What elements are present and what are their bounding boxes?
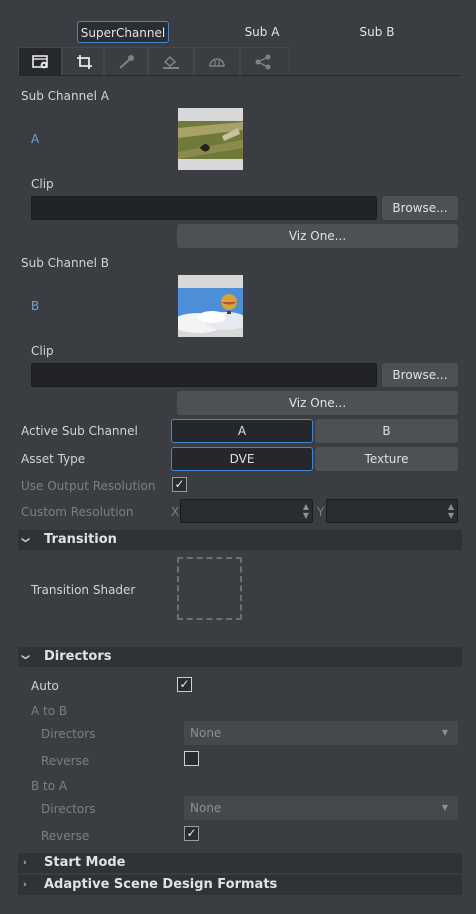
tab-mask[interactable]: [194, 47, 240, 75]
transition-section-header[interactable]: ❯ Transition: [18, 530, 462, 550]
b-to-a-directors-value: None: [190, 801, 222, 815]
asset-type-option-texture-label: Texture: [364, 452, 409, 466]
sub-channel-a-thumbnail[interactable]: [178, 108, 243, 170]
checkmark-icon: ✓: [179, 677, 190, 691]
sub-channel-b-clip-field[interactable]: [31, 363, 377, 387]
tab-crop[interactable]: [62, 47, 104, 75]
dropdown-arrow-icon: ▼: [441, 803, 448, 812]
use-output-resolution-label: Use Output Resolution: [21, 479, 156, 493]
use-output-resolution-checkbox[interactable]: ✓: [172, 477, 187, 492]
directors-auto-label: Auto: [31, 679, 59, 693]
adaptive-section-header[interactable]: › Adaptive Scene Design Formats: [18, 875, 462, 895]
a-to-b-reverse-checkbox[interactable]: [184, 751, 199, 766]
chevron-down-icon: ❯: [21, 653, 31, 661]
sub-channel-b-thumbnail[interactable]: [178, 275, 243, 337]
tab-link[interactable]: [240, 47, 290, 75]
b-to-a-reverse-checkbox[interactable]: ✓: [184, 826, 199, 841]
active-sub-channel-option-a-label: A: [237, 424, 247, 438]
b-to-a-reverse-label: Reverse: [41, 829, 90, 843]
tab-fill[interactable]: [148, 47, 194, 75]
a-to-b-reverse-label: Reverse: [41, 754, 90, 768]
active-sub-channel-option-a[interactable]: A: [171, 419, 313, 443]
tab-key[interactable]: [104, 47, 148, 75]
tab-superchannel[interactable]: SuperChannel: [77, 21, 169, 43]
b-to-a-directors-select[interactable]: None ▼: [184, 796, 458, 820]
transition-shader-label: Transition Shader: [31, 583, 136, 597]
start-mode-title: Start Mode: [44, 855, 126, 870]
sub-channel-b-letter: B: [31, 299, 40, 313]
directors-auto-checkbox[interactable]: ✓: [177, 677, 192, 692]
a-to-b-directors-select[interactable]: None ▼: [184, 721, 458, 745]
checkmark-icon: ✓: [174, 477, 185, 491]
sub-channel-b-vizone-button[interactable]: Viz One...: [177, 391, 458, 415]
chevron-down-icon: ❯: [21, 536, 31, 544]
icon-tab-bar: [18, 75, 462, 76]
sub-channel-b-browse-label: Browse...: [392, 368, 448, 382]
b-to-a-label: B to A: [31, 779, 68, 793]
sub-channel-b-heading: Sub Channel B: [21, 256, 109, 270]
crop-icon: [77, 55, 92, 69]
sub-channel-b-clip-label: Clip: [31, 344, 54, 358]
balloon-sky-image-icon: [178, 275, 243, 337]
a-to-b-label: A to B: [31, 704, 68, 718]
sub-channel-a-letter: A: [31, 132, 40, 146]
transition-title: Transition: [44, 532, 117, 547]
link-nodes-icon: [255, 54, 271, 70]
tab-sub-b-label: Sub B: [359, 25, 395, 39]
film-settings-icon: [32, 55, 48, 69]
tab-sub-a[interactable]: Sub A: [232, 21, 292, 43]
sub-channel-a-heading: Sub Channel A: [21, 89, 109, 103]
a-to-b-directors-value: None: [190, 726, 222, 740]
sub-channel-a-clip-label: Clip: [31, 177, 54, 191]
key-icon: [119, 55, 134, 69]
chevron-right-icon: ›: [23, 858, 27, 868]
b-to-a-directors-label: Directors: [41, 802, 96, 816]
y-spinner-icon[interactable]: ▲ ▼: [448, 502, 454, 520]
sub-channel-a-browse-button[interactable]: Browse...: [382, 196, 458, 220]
asset-type-label: Asset Type: [21, 452, 86, 466]
tab-sub-a-label: Sub A: [244, 25, 280, 39]
sub-channel-a-browse-label: Browse...: [392, 201, 448, 215]
x-spinner-icon[interactable]: ▲ ▼: [303, 502, 309, 520]
sub-channel-b-browse-button[interactable]: Browse...: [382, 363, 458, 387]
custom-resolution-y-label: Y: [317, 505, 325, 519]
dropdown-arrow-icon: ▼: [441, 728, 448, 737]
active-sub-channel-label: Active Sub Channel: [21, 424, 138, 438]
start-mode-section-header[interactable]: › Start Mode: [18, 853, 462, 873]
aerial-field-image-icon: [178, 108, 243, 170]
sub-channel-a-vizone-button[interactable]: Viz One...: [177, 224, 458, 248]
active-sub-channel-option-b[interactable]: B: [315, 419, 458, 443]
checkmark-icon: ✓: [186, 826, 197, 840]
custom-resolution-label: Custom Resolution: [21, 505, 134, 519]
asset-type-option-dve-label: DVE: [229, 452, 255, 466]
sub-channel-a-clip-field[interactable]: [31, 196, 377, 220]
adaptive-title: Adaptive Scene Design Formats: [44, 877, 278, 892]
sub-channel-a-vizone-label: Viz One...: [288, 229, 347, 243]
asset-type-option-dve[interactable]: DVE: [171, 447, 313, 471]
custom-resolution-x-label: X: [171, 505, 180, 519]
tab-sub-b[interactable]: Sub B: [347, 21, 407, 43]
active-sub-channel-option-b-label: B: [382, 424, 391, 438]
mask-icon: [209, 58, 225, 67]
fill-bucket-icon: [163, 55, 179, 69]
directors-title: Directors: [44, 649, 112, 664]
custom-resolution-y-field[interactable]: ▲ ▼: [326, 499, 458, 523]
sub-channel-b-vizone-label: Viz One...: [288, 396, 347, 410]
tab-superchannel-label: SuperChannel: [80, 26, 166, 40]
a-to-b-directors-label: Directors: [41, 727, 96, 741]
tab-film-settings[interactable]: [18, 47, 62, 75]
custom-resolution-x-field[interactable]: ▲ ▼: [180, 499, 313, 523]
directors-section-header[interactable]: ❯ Directors: [18, 647, 462, 667]
asset-type-option-texture[interactable]: Texture: [315, 447, 458, 471]
chevron-right-icon: ›: [23, 880, 27, 890]
transition-shader-dropzone[interactable]: [177, 557, 242, 620]
